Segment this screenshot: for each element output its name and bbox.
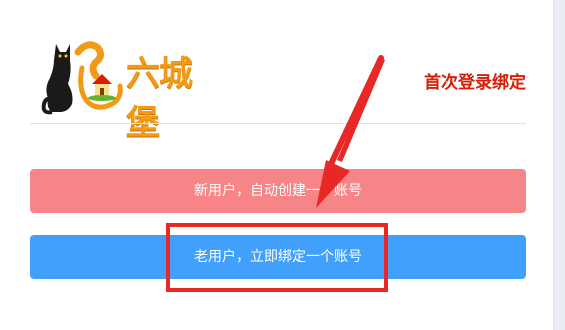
header: 六城堡 首次登录绑定 [30,0,526,143]
page-scroll-gutter [553,0,565,330]
bind-existing-account-button[interactable]: 老用户，立即绑定一个账号 [30,235,526,279]
page-title: 首次登录绑定 [424,73,526,93]
header-divider [30,123,526,124]
site-logo: 六城堡 [38,38,218,143]
cat-house-logo-icon [41,41,123,115]
create-new-account-button[interactable]: 新用户，自动创建一个账号 [30,169,526,213]
logo-text: 六城堡 [126,54,193,143]
